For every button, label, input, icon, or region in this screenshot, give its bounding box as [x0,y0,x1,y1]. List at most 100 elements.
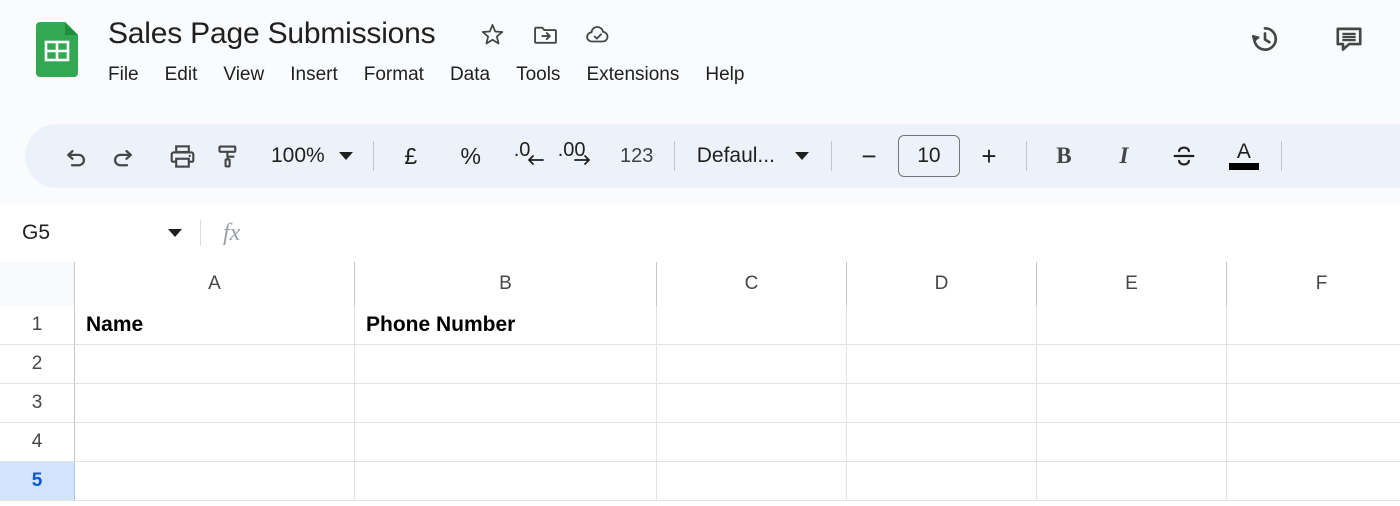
cell-f3[interactable] [1227,384,1400,423]
cell-b2[interactable] [355,345,657,384]
cell-d2[interactable] [847,345,1037,384]
font-family-dropdown[interactable]: Defaul... [689,144,817,168]
cell-d3[interactable] [847,384,1037,423]
zoom-value: 100% [271,144,325,167]
strikethrough-icon[interactable] [1161,133,1207,179]
cell-e3[interactable] [1037,384,1227,423]
title-row: Sales Page Submissions [108,14,611,54]
cell-d4[interactable] [847,423,1037,462]
version-history-icon[interactable] [1248,22,1282,56]
decrease-font-size-button[interactable]: − [846,133,892,179]
cell-c2[interactable] [657,345,847,384]
table-row: 1 Name Phone Number [0,306,1400,345]
move-to-folder-icon[interactable] [532,21,558,47]
cell-a4[interactable] [75,423,355,462]
menu-item-insert[interactable]: Insert [277,62,351,88]
cell-f5[interactable] [1227,462,1400,501]
cell-b1[interactable]: Phone Number [355,306,657,345]
menu-bar: File Edit View Insert Format Data Tools … [108,62,757,88]
decrease-decimal-button[interactable]: .0 [508,133,554,179]
menu-item-data[interactable]: Data [437,62,503,88]
cell-e2[interactable] [1037,345,1227,384]
header-right-actions [1248,22,1366,56]
column-header-row: A B C D E F [0,262,1400,306]
cell-c5[interactable] [657,462,847,501]
cell-a1[interactable]: Name [75,306,355,345]
increase-font-size-button[interactable]: + [966,133,1012,179]
column-header-c[interactable]: C [657,262,847,306]
cell-c4[interactable] [657,423,847,462]
cell-e4[interactable] [1037,423,1227,462]
toolbar-divider-5 [1280,141,1282,171]
font-family-value: Defaul... [696,144,775,167]
undo-icon[interactable] [53,133,99,179]
cell-d1[interactable] [847,306,1037,345]
menu-item-tools[interactable]: Tools [503,62,573,88]
column-header-e[interactable]: E [1037,262,1227,306]
cell-a3[interactable] [75,384,355,423]
cell-b4[interactable] [355,423,657,462]
toolbar-divider [372,141,374,171]
cell-c3[interactable] [657,384,847,423]
print-icon[interactable] [159,133,205,179]
menu-item-format[interactable]: Format [351,62,437,88]
italic-button[interactable]: I [1101,133,1147,179]
row-header-1[interactable]: 1 [0,306,75,345]
column-header-a[interactable]: A [75,262,355,306]
menu-item-help[interactable]: Help [692,62,757,88]
cell-f2[interactable] [1227,345,1400,384]
chevron-down-icon [794,152,809,160]
formula-input[interactable] [240,204,1400,262]
column-header-b[interactable]: B [355,262,657,306]
number-format-button[interactable]: 123 [614,133,660,179]
cell-b3[interactable] [355,384,657,423]
cloud-saved-icon[interactable] [585,21,611,47]
name-box-value: G5 [22,221,51,244]
sheets-logo-icon[interactable] [36,22,78,77]
cell-f1[interactable] [1227,306,1400,345]
cell-f4[interactable] [1227,423,1400,462]
cell-c1[interactable] [657,306,847,345]
cell-d5[interactable] [847,462,1037,501]
column-header-d[interactable]: D [847,262,1037,306]
cell-e1[interactable] [1037,306,1227,345]
menu-item-extensions[interactable]: Extensions [573,62,692,88]
text-color-swatch [1228,163,1259,170]
zoom-dropdown[interactable]: 100% [265,144,359,168]
row-header-2[interactable]: 2 [0,345,75,384]
toolbar: 100% £ % .0 .00 123 Defaul... − 10 + B I… [25,124,1400,188]
row-header-5[interactable]: 5 [0,462,75,501]
formula-bar: G5 fx [0,204,1400,262]
bold-button[interactable]: B [1041,133,1087,179]
cell-e5[interactable] [1037,462,1227,501]
toolbar-divider-4 [1025,141,1027,171]
formula-bar-divider [200,220,201,246]
paint-format-icon[interactable] [205,133,251,179]
cell-b5[interactable] [355,462,657,501]
increase-decimal-button[interactable]: .00 [554,133,600,179]
toolbar-divider-3 [830,141,832,171]
text-color-button[interactable]: A [1221,133,1267,179]
row-header-4[interactable]: 4 [0,423,75,462]
row-header-3[interactable]: 3 [0,384,75,423]
chevron-down-icon [168,229,182,237]
cell-a5[interactable] [75,462,355,501]
function-icon[interactable]: fx [223,220,240,247]
redo-icon[interactable] [99,133,145,179]
table-row: 5 [0,462,1400,501]
select-all-corner[interactable] [0,262,75,306]
menu-item-file[interactable]: File [108,62,152,88]
menu-item-view[interactable]: View [210,62,277,88]
table-row: 4 [0,423,1400,462]
menu-item-edit[interactable]: Edit [152,62,211,88]
percent-format-button[interactable]: % [448,133,494,179]
star-icon[interactable] [479,21,505,47]
name-box[interactable]: G5 [0,204,200,262]
currency-format-button[interactable]: £ [388,133,434,179]
page-title[interactable]: Sales Page Submissions [108,14,436,54]
comment-icon[interactable] [1332,22,1366,56]
cell-a2[interactable] [75,345,355,384]
spreadsheet-grid: A B C D E F 1 Name Phone Number 2 3 4 5 [0,262,1400,506]
font-size-input[interactable]: 10 [897,135,960,177]
column-header-f[interactable]: F [1227,262,1400,306]
